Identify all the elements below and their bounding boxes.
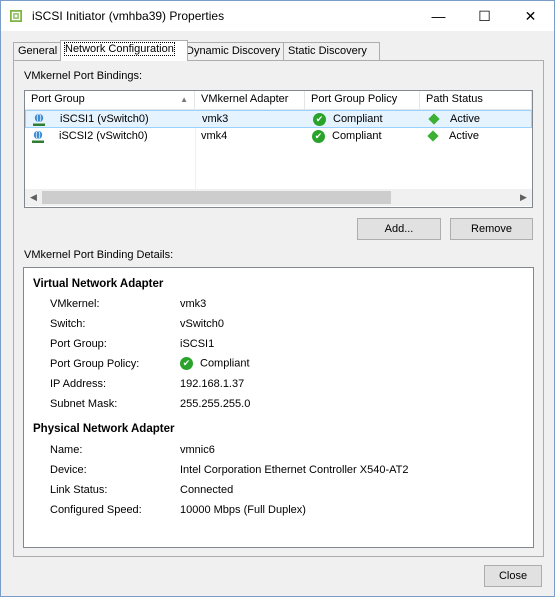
list-header: Port Group ▲ VMkernel Adapter Port Group… bbox=[25, 91, 532, 110]
port-bindings-list[interactable]: Port Group ▲ VMkernel Adapter Port Group… bbox=[24, 90, 533, 208]
tab-static-discovery[interactable]: Static Discovery bbox=[283, 42, 380, 60]
binding-row-iscsi2[interactable]: iSCSI2 (vSwitch0) vmk4 ✔ Compliant Active bbox=[25, 128, 532, 146]
detail-value: Compliant bbox=[200, 357, 250, 370]
tab-network-configuration-label: Network Configuration bbox=[64, 42, 175, 56]
row-policy-text: Compliant bbox=[333, 113, 383, 125]
sort-ascending-icon: ▲ bbox=[180, 95, 188, 104]
binding-details-panel: Virtual Network Adapter VMkernel: vmk3 S… bbox=[23, 267, 534, 548]
row-vmkernel-adapter: vmk3 bbox=[202, 113, 229, 125]
add-button[interactable]: Add... bbox=[357, 218, 441, 240]
detail-value: vmnic6 bbox=[180, 444, 215, 456]
detail-value: 255.255.255.0 bbox=[180, 398, 251, 410]
active-status-icon bbox=[427, 130, 439, 142]
row-policy: ✔ Compliant bbox=[313, 111, 383, 129]
detail-value: vmk3 bbox=[180, 298, 207, 310]
detail-key: Link Status: bbox=[50, 484, 108, 496]
detail-value: iSCSI1 bbox=[180, 338, 215, 350]
scroll-right-icon[interactable]: ▶ bbox=[515, 189, 532, 206]
port-bindings-label: VMkernel Port Bindings: bbox=[24, 70, 142, 82]
column-header-port-group-policy-label: Port Group Policy bbox=[311, 93, 398, 105]
detail-key: Switch: bbox=[50, 318, 86, 330]
remove-button[interactable]: Remove bbox=[450, 218, 533, 240]
virtual-adapter-heading: Virtual Network Adapter bbox=[33, 278, 164, 290]
compliant-check-icon: ✔ bbox=[312, 129, 325, 143]
tab-dynamic-discovery[interactable]: Dynamic Discovery bbox=[181, 42, 289, 60]
tab-dynamic-discovery-label: Dynamic Discovery bbox=[186, 45, 281, 57]
binding-details-label: VMkernel Port Binding Details: bbox=[24, 249, 174, 261]
tab-network-configuration[interactable]: Network Configuration bbox=[60, 40, 188, 61]
scrollbar-thumb[interactable] bbox=[42, 191, 391, 204]
detail-value: vSwitch0 bbox=[180, 318, 225, 330]
horizontal-scrollbar[interactable]: ◀ ▶ bbox=[25, 189, 532, 206]
detail-key: VMkernel: bbox=[50, 298, 100, 310]
row-port-group: iSCSI1 (vSwitch0) bbox=[60, 113, 149, 125]
column-header-path-status[interactable]: Path Status bbox=[420, 91, 532, 109]
row-path-status: Active bbox=[423, 128, 479, 146]
port-group-network-icon bbox=[32, 130, 44, 143]
port-group-network-icon bbox=[33, 113, 45, 126]
compliant-check-icon: ✔ bbox=[313, 112, 326, 126]
detail-key: Port Group Policy: bbox=[50, 358, 140, 370]
column-header-path-status-label: Path Status bbox=[426, 93, 483, 105]
detail-value-policy: ✔ Compliant bbox=[180, 357, 250, 370]
row-path-status: Active bbox=[424, 111, 480, 129]
detail-key: Port Group: bbox=[50, 338, 107, 350]
row-policy: ✔ Compliant bbox=[312, 128, 382, 146]
detail-key: Configured Speed: bbox=[50, 504, 142, 516]
vsphere-app-icon bbox=[10, 10, 22, 22]
column-header-port-group-label: Port Group bbox=[31, 93, 85, 105]
maximize-button[interactable]: ☐ bbox=[462, 1, 507, 31]
properties-dialog: iSCSI Initiator (vmhba39) Properties — ☐… bbox=[0, 0, 555, 597]
scroll-left-icon[interactable]: ◀ bbox=[25, 189, 42, 206]
column-header-vmkernel-adapter-label: VMkernel Adapter bbox=[201, 93, 289, 105]
tab-static-discovery-label: Static Discovery bbox=[288, 45, 367, 57]
minimize-button[interactable]: — bbox=[416, 1, 461, 31]
column-header-port-group-policy[interactable]: Port Group Policy bbox=[305, 91, 420, 109]
compliant-check-icon: ✔ bbox=[180, 357, 193, 370]
detail-key: Subnet Mask: bbox=[50, 398, 118, 410]
row-path-status-text: Active bbox=[449, 130, 479, 142]
row-port-group: iSCSI2 (vSwitch0) bbox=[59, 130, 148, 142]
active-status-icon bbox=[428, 113, 440, 125]
detail-value: Intel Corporation Ethernet Controller X5… bbox=[180, 464, 409, 476]
physical-adapter-heading: Physical Network Adapter bbox=[33, 423, 175, 435]
detail-value: Connected bbox=[180, 484, 234, 496]
column-header-vmkernel-adapter[interactable]: VMkernel Adapter bbox=[195, 91, 305, 109]
close-button[interactable]: Close bbox=[484, 565, 542, 587]
tab-general[interactable]: General bbox=[13, 42, 67, 60]
row-policy-text: Compliant bbox=[332, 130, 382, 142]
detail-key: Device: bbox=[50, 464, 87, 476]
column-header-port-group[interactable]: Port Group ▲ bbox=[25, 91, 195, 109]
window-title: iSCSI Initiator (vmhba39) Properties bbox=[32, 9, 225, 23]
row-vmkernel-adapter: vmk4 bbox=[201, 130, 228, 142]
close-window-button[interactable]: ✕ bbox=[508, 1, 553, 31]
network-configuration-panel: VMkernel Port Bindings: Port Group ▲ VMk… bbox=[13, 60, 544, 557]
detail-value: 192.168.1.37 bbox=[180, 378, 245, 390]
detail-key: IP Address: bbox=[50, 378, 107, 390]
detail-value: 10000 Mbps (Full Duplex) bbox=[180, 504, 306, 516]
tab-general-label: General bbox=[18, 45, 58, 57]
detail-key: Name: bbox=[50, 444, 83, 456]
row-path-status-text: Active bbox=[450, 113, 480, 125]
title-bar[interactable]: iSCSI Initiator (vmhba39) Properties — ☐… bbox=[1, 1, 554, 31]
binding-row-iscsi1[interactable]: iSCSI1 (vSwitch0) vmk3 ✔ Compliant Active bbox=[25, 110, 532, 128]
